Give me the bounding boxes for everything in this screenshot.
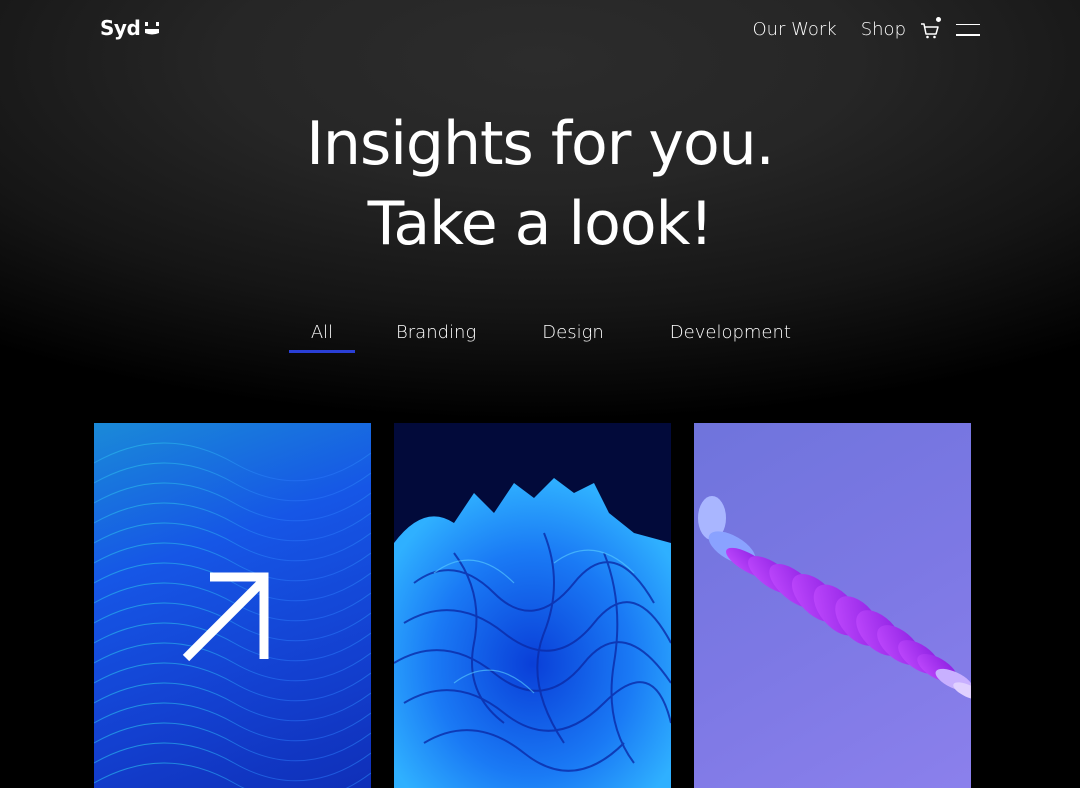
main-nav: Our Work Shop (752, 15, 980, 40)
hero-heading: Insights for you. Take a look! (0, 104, 1080, 264)
hero-line-2: Take a look! (367, 189, 714, 259)
spiral-discs-image (698, 496, 971, 700)
hero-line-1: Insights for you. (306, 109, 775, 179)
logo-text: Syd (100, 16, 141, 40)
cart-badge (935, 15, 942, 23)
hamburger-menu-icon[interactable] (956, 23, 980, 36)
project-card-2[interactable] (394, 423, 671, 788)
site-header: Syd Our Work Shop (0, 0, 1080, 62)
project-card-1[interactable] (94, 423, 371, 788)
filter-branding[interactable]: Branding (396, 320, 476, 353)
arrow-up-right-icon (182, 572, 269, 662)
nav-our-work[interactable]: Our Work (752, 19, 836, 40)
filter-design[interactable]: Design (542, 320, 604, 353)
logo[interactable]: Syd (100, 16, 160, 40)
cart-icon (921, 22, 939, 38)
category-filters: All Branding Design Development (0, 320, 1080, 353)
nav-shop[interactable]: Shop (861, 19, 906, 40)
filter-development[interactable]: Development (670, 320, 791, 353)
filter-all[interactable]: All (289, 320, 355, 353)
wave-lines-image (94, 442, 371, 788)
smile-logo-icon (145, 22, 160, 35)
abstract-3d-shape-image (394, 478, 671, 788)
project-card-3[interactable] (694, 423, 971, 788)
cart-button[interactable] (920, 15, 942, 40)
